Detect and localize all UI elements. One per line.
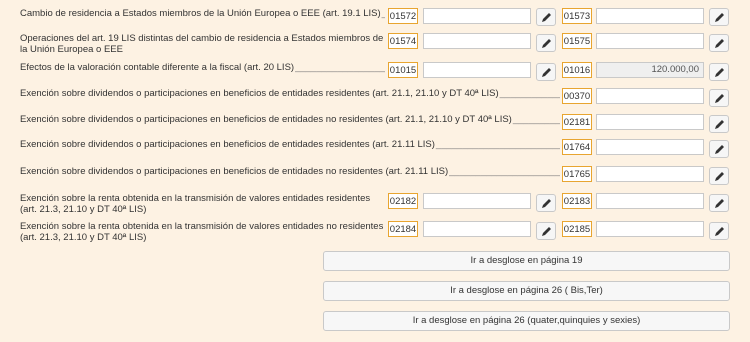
row-label: Exención sobre la renta obtenida en la t… xyxy=(20,221,384,243)
box-code: 01764 xyxy=(562,139,592,155)
box-code: 01572 xyxy=(388,8,418,24)
edit-button[interactable] xyxy=(709,140,729,158)
box-code: 02181 xyxy=(562,114,592,130)
amount-input[interactable] xyxy=(596,114,704,130)
edit-button[interactable] xyxy=(709,167,729,185)
pencil-icon xyxy=(542,199,551,208)
box-code: 02184 xyxy=(388,221,418,237)
pencil-icon xyxy=(715,13,724,22)
row-label: Cambio de residencia a Estados miembros … xyxy=(20,8,385,19)
edit-button[interactable] xyxy=(536,194,556,212)
row-label: Operaciones del art. 19 LIS distintas de… xyxy=(20,33,384,55)
pencil-icon xyxy=(715,199,724,208)
pencil-icon xyxy=(715,39,724,48)
edit-button[interactable] xyxy=(536,63,556,81)
edit-button[interactable] xyxy=(709,34,729,52)
box-code: 01016 xyxy=(562,62,592,78)
pencil-icon xyxy=(715,227,724,236)
edit-button[interactable] xyxy=(536,222,556,240)
box-code: 01015 xyxy=(388,62,418,78)
box-code: 00370 xyxy=(562,88,592,104)
desglose-pagina-26-quater-button[interactable]: Ir a desglose en página 26 (quater,quinq… xyxy=(323,311,730,331)
edit-button[interactable] xyxy=(709,115,729,133)
pencil-icon xyxy=(715,145,724,154)
pencil-icon xyxy=(715,94,724,103)
edit-button[interactable] xyxy=(536,8,556,26)
row-label: Exención sobre la renta obtenida en la t… xyxy=(20,193,371,215)
row-label: Efectos de la valoración contable difere… xyxy=(20,62,385,73)
desglose-pagina-26-bis-button[interactable]: Ir a desglose en página 26 ( Bis,Ter) xyxy=(323,281,730,301)
desglose-pagina-19-button[interactable]: Ir a desglose en página 19 xyxy=(323,251,730,271)
edit-button[interactable] xyxy=(709,8,729,26)
edit-button[interactable] xyxy=(536,34,556,52)
pencil-icon xyxy=(542,39,551,48)
amount-input[interactable] xyxy=(596,166,704,182)
box-code: 02183 xyxy=(562,193,592,209)
amount-input[interactable] xyxy=(596,88,704,104)
edit-button[interactable] xyxy=(709,89,729,107)
row-label: Exención sobre dividendos o participacio… xyxy=(20,114,560,125)
pencil-icon xyxy=(542,227,551,236)
amount-input[interactable] xyxy=(596,221,704,237)
amount-input[interactable] xyxy=(423,221,531,237)
edit-button[interactable] xyxy=(709,222,729,240)
amount-input[interactable] xyxy=(423,62,531,78)
pencil-icon xyxy=(542,13,551,22)
amount-input[interactable] xyxy=(423,193,531,209)
row-label: Exención sobre dividendos o participacio… xyxy=(20,166,560,177)
pencil-icon xyxy=(715,120,724,129)
amount-input[interactable] xyxy=(596,8,704,24)
amount-input[interactable] xyxy=(423,8,531,24)
amount-input[interactable] xyxy=(596,33,704,49)
amount-input[interactable] xyxy=(596,193,704,209)
box-code: 01573 xyxy=(562,8,592,24)
box-code: 01765 xyxy=(562,166,592,182)
pencil-icon xyxy=(715,172,724,181)
edit-button[interactable] xyxy=(709,63,729,81)
box-code: 01574 xyxy=(388,33,418,49)
pencil-icon xyxy=(715,68,724,77)
edit-button[interactable] xyxy=(709,194,729,212)
amount-input[interactable] xyxy=(596,139,704,155)
pencil-icon xyxy=(542,68,551,77)
amount-input[interactable] xyxy=(423,33,531,49)
amount-input[interactable]: 120.000,00 xyxy=(596,62,704,78)
box-code: 01575 xyxy=(562,33,592,49)
box-code: 02182 xyxy=(388,193,418,209)
row-label: Exención sobre dividendos o participacio… xyxy=(20,139,560,150)
box-code: 02185 xyxy=(562,221,592,237)
row-label: Exención sobre dividendos o participacio… xyxy=(20,88,560,99)
